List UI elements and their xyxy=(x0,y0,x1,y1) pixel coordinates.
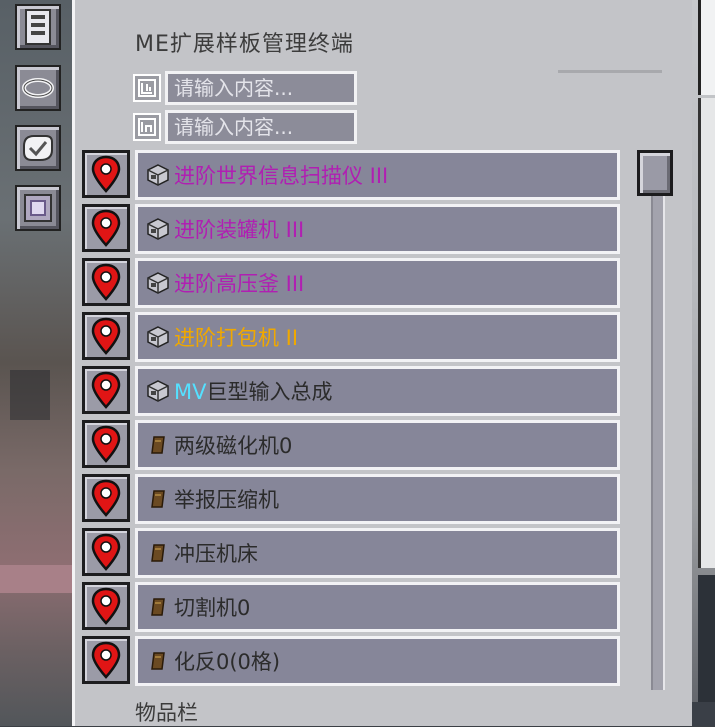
pattern-row: 进阶高压釜 III xyxy=(82,258,622,312)
machine-casing-icon xyxy=(146,217,170,241)
input-filter-row xyxy=(133,71,357,105)
locate-button[interactable] xyxy=(82,204,130,252)
interface-button[interactable] xyxy=(15,185,61,231)
pattern-item[interactable]: 两级磁化机0 xyxy=(135,420,620,470)
locate-button[interactable] xyxy=(82,582,130,630)
book-icon xyxy=(146,541,170,565)
locate-button[interactable] xyxy=(82,636,130,684)
output-filter-row xyxy=(133,110,357,144)
pattern-item[interactable]: 切割机0 xyxy=(135,582,620,632)
pattern-item-label-part: 进阶世界信息扫描仪 III xyxy=(174,164,389,188)
pattern-item-label: 举报压缩机 xyxy=(174,484,279,514)
pattern-item-label: 两级磁化机0 xyxy=(174,430,292,460)
pattern-item-label-part: 进阶高压釜 III xyxy=(174,272,305,296)
location-pin-icon xyxy=(91,479,121,517)
pattern-row: MV巨型输入总成 xyxy=(82,366,622,420)
pattern-item-label-part: 举报压缩机 xyxy=(174,488,279,512)
pattern-item-label: 进阶世界信息扫描仪 III xyxy=(174,160,388,190)
book-icon xyxy=(146,433,170,457)
ring-button[interactable] xyxy=(15,65,61,111)
pattern-row: 冲压机床 xyxy=(82,528,622,582)
book-icon xyxy=(146,487,170,511)
pattern-list: 进阶世界信息扫描仪 III 进阶装罐机 III 进阶高压釜 III 进阶打包机 II M… xyxy=(82,150,622,690)
pattern-row: 两级磁化机0 xyxy=(82,420,622,474)
location-pin-icon xyxy=(91,263,121,301)
locate-button[interactable] xyxy=(82,258,130,306)
pattern-hand-button[interactable] xyxy=(15,125,61,171)
book-icon xyxy=(146,649,170,673)
ring-icon xyxy=(22,78,54,98)
pattern-row: 化反0(0格) xyxy=(82,636,622,690)
book-icon xyxy=(146,595,170,619)
pattern-item-label: 进阶打包机 II xyxy=(174,322,298,352)
pattern-row: 进阶装罐机 III xyxy=(82,204,622,258)
pattern-item-label: 冲压机床 xyxy=(174,538,258,568)
background-block xyxy=(10,370,50,420)
background-block xyxy=(0,565,72,593)
locate-button[interactable] xyxy=(82,474,130,522)
pattern-item[interactable]: 化反0(0格) xyxy=(135,636,620,686)
pattern-item-label: 化反0(0格) xyxy=(174,646,280,676)
location-pin-icon xyxy=(91,641,121,679)
pattern-item-label-part: 两级磁化机0 xyxy=(174,434,293,458)
pattern-item[interactable]: 进阶世界信息扫描仪 III xyxy=(135,150,620,200)
pattern-item-label-part: 切割机0 xyxy=(174,596,251,620)
locate-button[interactable] xyxy=(82,528,130,576)
terminal-style-icon xyxy=(25,9,51,45)
input-filter-icon xyxy=(133,74,161,102)
locate-button[interactable] xyxy=(82,420,130,468)
interface-block-icon xyxy=(24,194,52,222)
machine-casing-icon xyxy=(146,325,170,349)
location-pin-icon xyxy=(91,371,121,409)
locate-button[interactable] xyxy=(82,366,130,414)
pattern-item-label: MV巨型输入总成 xyxy=(174,376,332,406)
locate-button[interactable] xyxy=(82,150,130,198)
pattern-item-label-part: 进阶打包机 II xyxy=(174,326,299,350)
terminal-style-button[interactable] xyxy=(15,4,61,50)
panel-title: ME扩展样板管理终端 xyxy=(135,32,354,57)
pattern-row: 进阶打包机 II xyxy=(82,312,622,366)
pattern-item-label: 进阶高压釜 III xyxy=(174,268,304,298)
machine-casing-icon xyxy=(146,379,170,403)
pattern-row: 进阶世界信息扫描仪 III xyxy=(82,150,622,204)
adjacent-panel-middle xyxy=(698,98,715,568)
location-pin-icon xyxy=(91,155,121,193)
pattern-item[interactable]: 进阶打包机 II xyxy=(135,312,620,362)
input-filter-field[interactable] xyxy=(165,71,357,105)
output-filter-field[interactable] xyxy=(165,110,357,144)
pattern-item[interactable]: 进阶装罐机 III xyxy=(135,204,620,254)
pattern-manager-panel: ME扩展样板管理终端 进阶世界信息扫描仪 III 进阶装罐机 III 进阶高压釜 I… xyxy=(72,0,692,726)
pattern-item[interactable]: 进阶高压釜 III xyxy=(135,258,620,308)
adjacent-panel-top xyxy=(698,0,715,95)
output-filter-icon xyxy=(133,113,161,141)
title-divider xyxy=(558,70,662,73)
pattern-row: 举报压缩机 xyxy=(82,474,622,528)
machine-casing-icon xyxy=(146,163,170,187)
pattern-row: 切割机0 xyxy=(82,582,622,636)
inventory-label: 物品栏 xyxy=(135,701,198,725)
pattern-item-label: 进阶装罐机 III xyxy=(174,214,304,244)
pattern-item-label-part: 进阶装罐机 III xyxy=(174,218,305,242)
pattern-item-label-part: 冲压机床 xyxy=(174,542,258,566)
location-pin-icon xyxy=(91,317,121,355)
pattern-item[interactable]: 冲压机床 xyxy=(135,528,620,578)
machine-casing-icon xyxy=(146,271,170,295)
pattern-item[interactable]: MV巨型输入总成 xyxy=(135,366,620,416)
pattern-item-label-part: 巨型输入总成 xyxy=(206,380,333,404)
location-pin-icon xyxy=(91,425,121,463)
location-pin-icon xyxy=(91,587,121,625)
locate-button[interactable] xyxy=(82,312,130,360)
scrollbar-thumb[interactable] xyxy=(637,150,673,196)
location-pin-icon xyxy=(91,209,121,247)
pattern-item-label: 切割机0 xyxy=(174,592,250,622)
pattern-item-label-part: 化反0(0格) xyxy=(174,650,281,674)
pattern-item[interactable]: 举报压缩机 xyxy=(135,474,620,524)
scrollbar-track[interactable] xyxy=(651,150,665,690)
pattern-item-label-part: MV xyxy=(174,380,207,404)
location-pin-icon xyxy=(91,533,121,571)
pattern-hand-icon xyxy=(23,135,53,161)
game-background-right xyxy=(692,0,715,726)
